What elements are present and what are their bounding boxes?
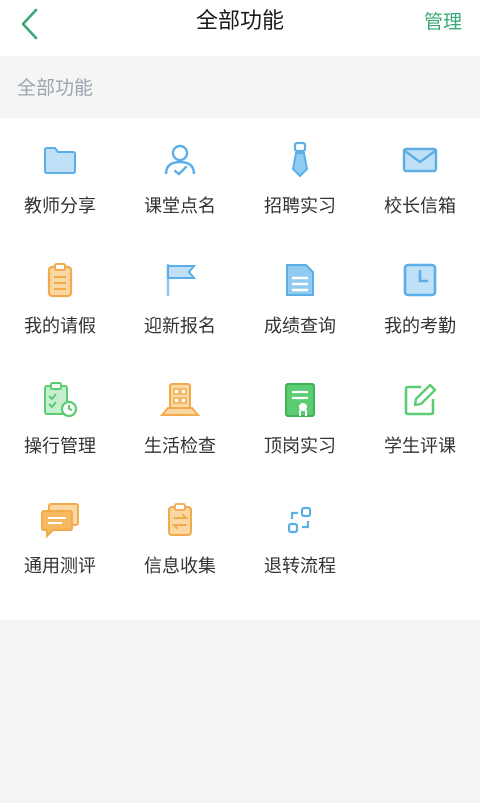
section-label: 全部功能 <box>17 77 94 99</box>
grid-item-internship-post[interactable]: 顶岗实习 <box>240 362 360 482</box>
grid-item-teacher-share[interactable]: 教师分享 <box>0 122 120 242</box>
grid-item-label: 迎新报名 <box>144 316 216 337</box>
grid-item-freshman-enroll[interactable]: 迎新报名 <box>120 242 240 362</box>
grid-item-label: 招聘实习 <box>264 196 336 217</box>
certificate-icon <box>280 380 320 420</box>
grid-item-label: 退转流程 <box>264 556 336 577</box>
grid-item-general-assessment[interactable]: 通用测评 <box>0 482 120 602</box>
grid-item-info-collection[interactable]: 信息收集 <box>120 482 240 602</box>
page-title: 全部功能 <box>195 9 284 34</box>
grid-item-my-leave[interactable]: 我的请假 <box>0 242 120 362</box>
grid-item-principal-mailbox[interactable]: 校长信箱 <box>360 122 480 242</box>
grid-item-label: 学生评课 <box>384 436 456 457</box>
clipboard-clock-icon <box>40 380 80 420</box>
grid-item-course-evaluation[interactable]: 学生评课 <box>360 362 480 482</box>
flag-icon <box>160 260 200 300</box>
grid-item-classroom-rollcall[interactable]: 课堂点名 <box>120 122 240 242</box>
grid-item-label: 信息收集 <box>144 556 216 577</box>
grid-item-my-attendance[interactable]: 我的考勤 <box>360 242 480 362</box>
user-check-icon <box>160 140 200 180</box>
folder-icon <box>40 140 80 180</box>
grid-item-recruit-intern[interactable]: 招聘实习 <box>240 122 360 242</box>
grid-item-conduct-management[interactable]: 操行管理 <box>0 362 120 482</box>
document-icon <box>280 260 320 300</box>
grid-item-label: 教师分享 <box>24 196 96 217</box>
building-icon <box>160 380 200 420</box>
envelope-icon <box>400 140 440 180</box>
clock-icon <box>400 260 440 300</box>
chat-icon <box>40 500 80 540</box>
grid-item-label: 操行管理 <box>24 436 96 457</box>
grid-item-label: 我的请假 <box>24 316 96 337</box>
grid-item-label: 成绩查询 <box>264 316 336 337</box>
function-grid: 教师分享 课堂点名 招聘实习 校长信箱 我的请假 迎新报名 成绩查询 我的考勤 … <box>0 118 480 620</box>
grid-item-life-inspection[interactable]: 生活检查 <box>120 362 240 482</box>
grid-item-label: 我的考勤 <box>384 316 456 337</box>
grid-item-label: 顶岗实习 <box>264 436 336 457</box>
grid-item-label: 校长信箱 <box>384 196 456 217</box>
grid-item-label: 生活检查 <box>144 436 216 457</box>
grid-item-label: 通用测评 <box>24 556 96 577</box>
top-bar: 全部功能 管理 <box>0 0 480 56</box>
grid-item-transfer-process[interactable]: 退转流程 <box>240 482 360 602</box>
grid-item-grade-query[interactable]: 成绩查询 <box>240 242 360 362</box>
manage-button[interactable]: 管理 <box>424 0 462 44</box>
clipboard-transfer-icon <box>160 500 200 540</box>
grid-item-label: 课堂点名 <box>144 196 216 217</box>
edit-icon <box>400 380 440 420</box>
flow-icon <box>280 500 320 540</box>
clipboard-list-icon <box>40 260 80 300</box>
necktie-icon <box>280 140 320 180</box>
